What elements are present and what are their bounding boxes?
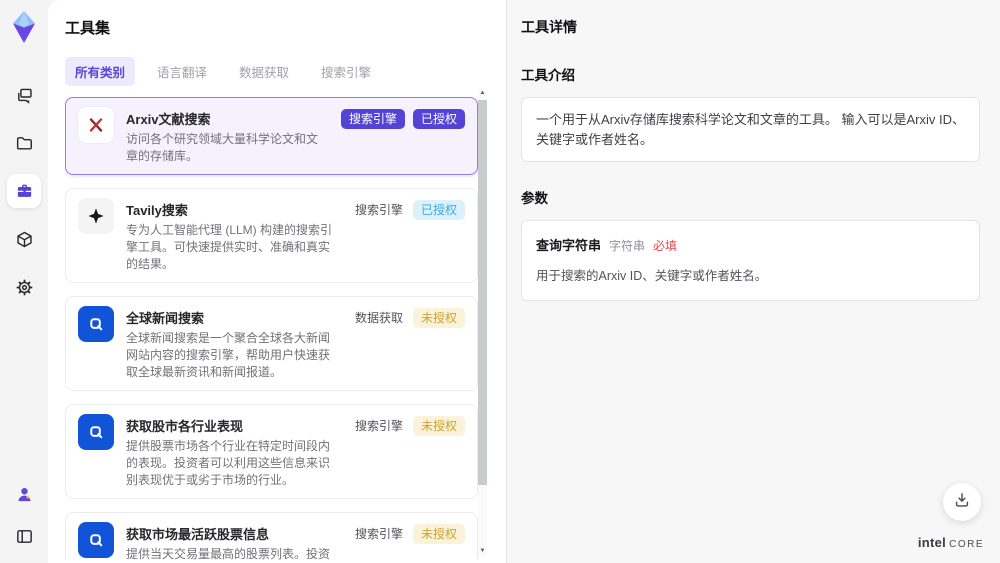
status-badge: 未授权 xyxy=(412,308,465,328)
sidebar-item-chat[interactable] xyxy=(7,78,41,112)
tool-name: Tavily搜索 xyxy=(126,203,188,218)
sidebar-item-settings[interactable] xyxy=(7,270,41,304)
user-avatar-icon xyxy=(15,485,34,504)
package-icon xyxy=(15,230,34,249)
tool-description: 提供当天交易量最高的股票列表。投资者可以利用这些信息来识别流动性强的股票和潜在的… xyxy=(126,547,331,560)
tab-data-fetch[interactable]: 数据获取 xyxy=(229,57,299,86)
tool-card-sector-performance[interactable]: 获取股市各行业表现 提供股票市场各个行业在特定时间段内的表现。投资者可以利用这些… xyxy=(65,404,478,499)
sidebar-item-tools[interactable] xyxy=(7,174,41,208)
required-badge: 必填 xyxy=(653,239,678,253)
tool-list: Arxiv文献搜索 访问各个研究领域大量科学论文和文章的存储库。 搜索引擎 已授… xyxy=(65,97,478,560)
scrollbar-thumb[interactable] xyxy=(478,100,487,485)
stock-search-icon xyxy=(78,414,114,450)
download-icon xyxy=(953,491,971,514)
news-search-icon xyxy=(78,306,114,342)
panel-toggle-icon xyxy=(15,527,34,546)
tool-name: 获取股市各行业表现 xyxy=(126,419,244,434)
tool-description: 提供股票市场各个行业在特定时间段内的表现。投资者可以利用这些信息来识别表现优于或… xyxy=(126,439,331,487)
status-badge: 未授权 xyxy=(412,416,465,436)
category-badge: 数据获取 xyxy=(354,311,403,325)
sidebar-item-account[interactable] xyxy=(7,477,41,511)
tool-intro-text: 一个用于从Arxiv存储库搜索科学论文和文章的工具。 输入可以是Arxiv ID… xyxy=(521,97,980,162)
tool-card-global-news[interactable]: 全球新闻搜索 全球新闻搜索是一个聚合全球各大新闻网站内容的搜索引擎，帮助用户快速… xyxy=(65,296,478,391)
toolbox-icon xyxy=(15,182,34,201)
scrollbar-up-arrow[interactable]: ▲ xyxy=(478,88,487,98)
tool-card-arxiv[interactable]: Arxiv文献搜索 访问各个研究领域大量科学论文和文章的存储库。 搜索引擎 已授… xyxy=(65,97,478,175)
tool-card-tavily[interactable]: Tavily搜索 专为人工智能代理 (LLM) 构建的搜索引擎工具。可快速提供实… xyxy=(65,188,478,283)
category-badge: 搜索引擎 xyxy=(354,203,403,217)
status-badge: 已授权 xyxy=(412,200,465,220)
category-badge: 搜索引擎 xyxy=(340,109,405,129)
tool-name: 获取市场最活跃股票信息 xyxy=(126,527,270,542)
core-brand-text: core xyxy=(949,539,984,550)
app-logo gem-logo-icon xyxy=(9,10,39,44)
tool-details-panel: 工具详情 工具介绍 一个用于从Arxiv存储库搜索科学论文和文章的工具。 输入可… xyxy=(506,0,1000,563)
params-heading: 参数 xyxy=(521,191,548,206)
tool-description: 访问各个研究领域大量科学论文和文章的存储库。 xyxy=(126,132,319,163)
tab-search-engine[interactable]: 搜索引擎 xyxy=(311,57,381,86)
status-badge: 已授权 xyxy=(412,109,465,129)
category-tabs: 所有类别 语言翻译 数据获取 搜索引擎 xyxy=(65,57,506,86)
tavily-star-icon xyxy=(78,198,114,234)
tool-card-active-stocks[interactable]: 获取市场最活跃股票信息 提供当天交易量最高的股票列表。投资者可以利用这些信息来识… xyxy=(65,512,478,560)
tool-description: 全球新闻搜索是一个聚合全球各大新闻网站内容的搜索引擎，帮助用户快速获取全球最新资… xyxy=(126,331,331,379)
parameter-description: 用于搜索的Arxiv ID、关键字或作者姓名。 xyxy=(536,269,768,283)
page-title: 工具集 xyxy=(65,20,111,37)
sidebar-collapse-button[interactable] xyxy=(7,519,41,553)
intel-brand-text: intel xyxy=(917,535,947,550)
intro-heading: 工具介绍 xyxy=(521,68,575,83)
details-title: 工具详情 xyxy=(521,19,577,35)
tool-name: 全球新闻搜索 xyxy=(126,311,205,326)
category-badge: 搜索引擎 xyxy=(354,527,403,541)
sidebar-item-files[interactable] xyxy=(7,126,41,160)
tool-description: 专为人工智能代理 (LLM) 构建的搜索引擎工具。可快速提供实时、准确和真实的结… xyxy=(126,223,333,271)
intel-core-logo: intel core xyxy=(918,535,984,550)
app-window: 工具集 所有类别 语言翻译 数据获取 搜索引擎 Arxiv文献搜索 访问各个研究… xyxy=(0,0,1000,563)
tool-name: Arxiv文献搜索 xyxy=(126,112,211,127)
arxiv-logo-icon xyxy=(78,107,114,143)
chat-icon xyxy=(15,86,34,105)
scrollbar-down-arrow[interactable]: ▼ xyxy=(478,546,487,556)
tools-panel: 工具集 所有类别 语言翻译 数据获取 搜索引擎 Arxiv文献搜索 访问各个研究… xyxy=(48,0,506,563)
download-button[interactable] xyxy=(943,483,981,521)
parameter-card: 查询字符串 字符串 必填 用于搜索的Arxiv ID、关键字或作者姓名。 xyxy=(521,220,980,301)
parameter-type: 字符串 xyxy=(609,239,646,253)
stock-search-icon xyxy=(78,522,114,558)
category-badge: 搜索引擎 xyxy=(354,419,403,433)
list-scrollbar[interactable]: ▲ ▼ xyxy=(478,88,487,556)
tab-all-categories[interactable]: 所有类别 xyxy=(65,57,136,86)
settings-gear-icon xyxy=(15,278,34,297)
icon-sidebar xyxy=(0,0,48,563)
sidebar-item-packages[interactable] xyxy=(7,222,41,256)
tab-language-translation[interactable]: 语言翻译 xyxy=(147,57,217,86)
parameter-name: 查询字符串 xyxy=(536,238,602,253)
status-badge: 未授权 xyxy=(412,524,465,544)
folder-icon xyxy=(15,134,34,153)
